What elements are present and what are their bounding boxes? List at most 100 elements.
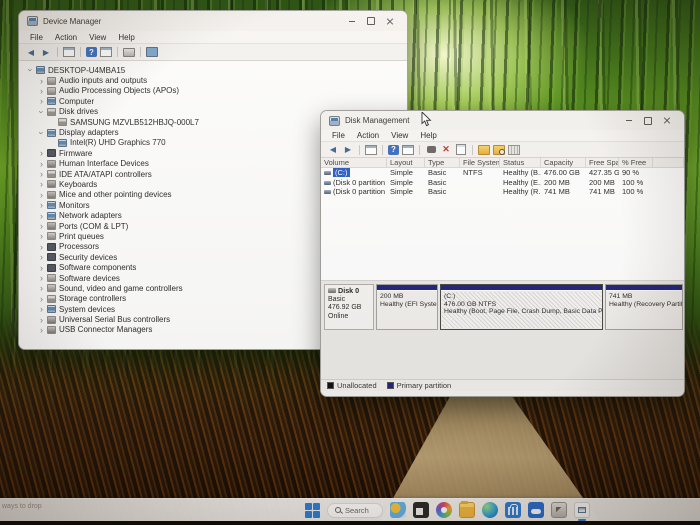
menu-help[interactable]: Help [112,33,140,42]
tree-expander-icon[interactable]: › [37,274,46,282]
tree-item[interactable]: ›DESKTOP-U4MBA15 [22,65,407,75]
disk-management-titlebar[interactable]: Disk Management [321,111,684,130]
mmc-icon[interactable] [574,502,590,518]
back-arrow[interactable] [25,47,37,58]
tree-expander-icon[interactable]: › [37,97,46,105]
partition-block[interactable]: 200 MBHealthy (EFI System Pa [376,284,438,330]
tree-item[interactable]: ›Computer [22,96,407,106]
usb-icon [47,160,56,168]
tree-expander-icon[interactable]: › [37,170,46,178]
tree-expander-icon[interactable]: › [37,222,46,230]
disk-icon [47,108,56,116]
tree-expander-icon[interactable]: › [37,180,46,188]
scan-hardware-icon[interactable] [123,47,135,58]
tree-expander-icon[interactable]: › [37,77,46,85]
menu-view[interactable]: View [385,131,414,140]
tree-expander-icon[interactable]: › [37,253,46,261]
speaker-icon [47,77,56,85]
volume-row[interactable]: (Disk 0 partition 4)SimpleBasicHealthy (… [321,187,684,197]
tree-expander-icon[interactable]: › [27,66,35,75]
column-header[interactable]: Status [500,158,541,167]
menu-help[interactable]: Help [414,131,442,140]
tree-expander-icon[interactable]: › [38,128,46,137]
menu-action[interactable]: Action [49,33,83,42]
edge-icon[interactable] [482,502,498,518]
checklist-icon[interactable] [455,144,467,155]
back-arrow[interactable] [327,144,339,155]
task-view-icon[interactable] [413,502,429,518]
start-button[interactable] [305,503,320,518]
menu-action[interactable]: Action [351,131,385,140]
close-button[interactable] [657,114,676,128]
minimize-button[interactable] [619,114,638,128]
photos-icon[interactable] [436,502,452,518]
forward-arrow[interactable] [342,144,354,155]
tree-expander-icon[interactable]: › [37,201,46,209]
firmware-icon [47,149,56,157]
console-window-icon[interactable] [365,144,377,155]
action-bubble-icon[interactable] [425,144,437,155]
search-box[interactable]: Search [327,503,383,518]
column-header[interactable]: Volume [321,158,387,167]
search-folder-icon[interactable] [493,144,505,155]
storage-icon [47,295,56,303]
tree-expander-icon[interactable]: › [37,295,46,303]
volume-row[interactable]: (C:)SimpleBasicNTFSHealthy (B...476.00 G… [321,168,684,178]
menu-file[interactable]: File [326,131,351,140]
partition-block[interactable]: (C:)476.00 GB NTFSHealthy (Boot, Page Fi… [440,284,603,330]
tree-expander-icon[interactable]: › [37,160,46,168]
properties-window-icon[interactable] [402,144,414,155]
store-icon[interactable] [505,502,521,518]
volume-row[interactable]: (Disk 0 partition 1)SimpleBasicHealthy (… [321,178,684,188]
help-icon[interactable] [86,47,97,57]
forward-arrow[interactable] [40,47,52,58]
tree-expander-icon[interactable]: › [37,326,46,334]
widgets-headline[interactable]: ways to drop [2,503,42,511]
tree-expander-icon[interactable]: › [37,149,46,157]
disk-management-menubar: FileActionViewHelp [321,130,684,142]
onedrive-icon[interactable] [528,502,544,518]
column-header[interactable]: Free Spa... [586,158,619,167]
tree-expander-icon[interactable]: › [37,87,46,95]
tree-expander-icon[interactable]: › [37,212,46,220]
maximize-button[interactable] [361,14,380,28]
tree-item-label: Mice and other pointing devices [59,190,172,199]
tree-expander-icon[interactable]: › [37,232,46,240]
column-header[interactable]: Type [425,158,460,167]
snipping-icon[interactable] [551,502,567,518]
monitor-view-icon[interactable] [146,47,158,58]
properties-window-icon[interactable] [100,47,112,58]
help-icon[interactable] [388,145,399,155]
column-header[interactable]: % Free [619,158,653,167]
status-bar [321,391,684,397]
file-explorer-icon[interactable] [459,502,475,518]
column-header[interactable]: File System [460,158,500,167]
tree-expander-icon[interactable]: › [37,243,46,251]
tree-expander-icon[interactable]: › [37,316,46,324]
volume-cell: 427.35 GB [586,168,619,177]
minimize-button[interactable] [342,14,361,28]
tree-expander-icon[interactable]: › [37,264,46,272]
tree-expander-icon[interactable]: › [38,107,46,116]
disk0-status: Online [328,313,370,322]
menu-view[interactable]: View [83,33,112,42]
tree-expander-icon[interactable]: › [37,284,46,292]
tree-item[interactable]: ›Audio inputs and outputs [22,75,407,85]
close-button[interactable] [380,14,399,28]
column-header[interactable]: Capacity [541,158,586,167]
column-header[interactable]: Layout [387,158,425,167]
console-window-icon[interactable] [63,47,75,58]
tree-expander-icon[interactable]: › [37,191,46,199]
tree-item[interactable]: ›Audio Processing Objects (APOs) [22,86,407,96]
delete-volume-icon[interactable] [440,144,452,155]
grid-icon[interactable] [508,144,520,155]
computer-icon [36,66,45,74]
menu-file[interactable]: File [24,33,49,42]
widgets-icon[interactable] [390,502,406,518]
maximize-button[interactable] [638,114,657,128]
folder-icon[interactable] [478,144,490,155]
tree-expander-icon[interactable]: › [37,305,46,313]
device-manager-titlebar[interactable]: Device Manager [19,11,407,31]
disk0-header[interactable]: Disk 0 Basic 476.92 GB Online [324,284,374,330]
partition-block[interactable]: 741 MBHealthy (Recovery Partition) [605,284,683,330]
